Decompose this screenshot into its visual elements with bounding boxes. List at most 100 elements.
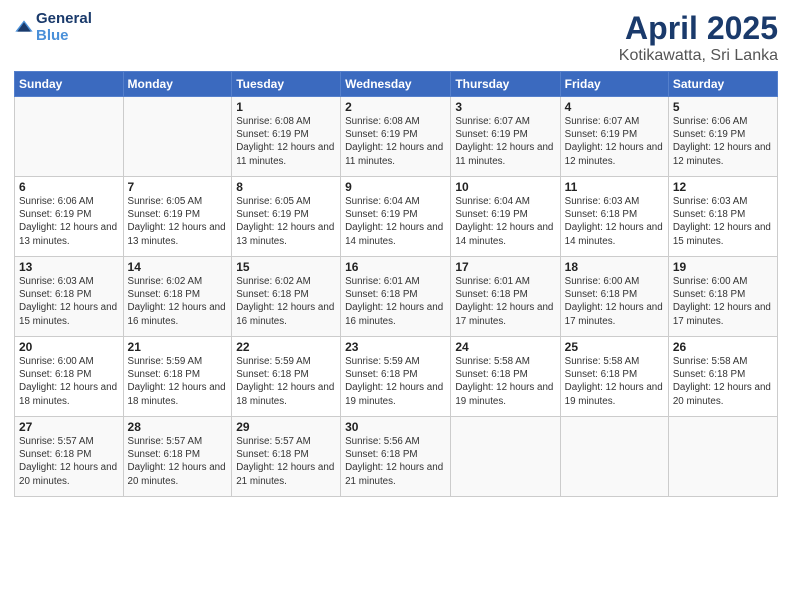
day-header: Saturday [668,72,777,97]
day-info: Sunrise: 6:06 AM Sunset: 6:19 PM Dayligh… [673,115,773,168]
day-info: Sunrise: 6:00 AM Sunset: 6:18 PM Dayligh… [673,275,773,328]
day-number: 2 [345,100,446,114]
day-number: 6 [19,180,119,194]
day-info: Sunrise: 6:03 AM Sunset: 6:18 PM Dayligh… [673,195,773,248]
day-info: Sunrise: 5:56 AM Sunset: 6:18 PM Dayligh… [345,435,446,488]
day-number: 17 [455,260,555,274]
day-header: Friday [560,72,668,97]
calendar-week-row: 27Sunrise: 5:57 AM Sunset: 6:18 PM Dayli… [15,417,778,497]
day-info: Sunrise: 5:57 AM Sunset: 6:18 PM Dayligh… [236,435,336,488]
day-info: Sunrise: 6:00 AM Sunset: 6:18 PM Dayligh… [565,275,664,328]
calendar-week-row: 1Sunrise: 6:08 AM Sunset: 6:19 PM Daylig… [15,97,778,177]
day-number: 22 [236,340,336,354]
calendar-body: 1Sunrise: 6:08 AM Sunset: 6:19 PM Daylig… [15,97,778,497]
day-number: 16 [345,260,446,274]
day-number: 10 [455,180,555,194]
day-info: Sunrise: 6:02 AM Sunset: 6:18 PM Dayligh… [236,275,336,328]
day-info: Sunrise: 6:02 AM Sunset: 6:18 PM Dayligh… [128,275,228,328]
calendar-cell: 24Sunrise: 5:58 AM Sunset: 6:18 PM Dayli… [451,337,560,417]
calendar-cell: 13Sunrise: 6:03 AM Sunset: 6:18 PM Dayli… [15,257,124,337]
calendar-cell: 11Sunrise: 6:03 AM Sunset: 6:18 PM Dayli… [560,177,668,257]
calendar-week-row: 6Sunrise: 6:06 AM Sunset: 6:19 PM Daylig… [15,177,778,257]
calendar-cell: 16Sunrise: 6:01 AM Sunset: 6:18 PM Dayli… [341,257,451,337]
day-info: Sunrise: 5:59 AM Sunset: 6:18 PM Dayligh… [236,355,336,408]
calendar-cell: 2Sunrise: 6:08 AM Sunset: 6:19 PM Daylig… [341,97,451,177]
day-number: 18 [565,260,664,274]
day-info: Sunrise: 6:07 AM Sunset: 6:19 PM Dayligh… [565,115,664,168]
page: General Blue April 2025 Kotikawatta, Sri… [0,0,792,612]
calendar-cell: 10Sunrise: 6:04 AM Sunset: 6:19 PM Dayli… [451,177,560,257]
day-info: Sunrise: 6:07 AM Sunset: 6:19 PM Dayligh… [455,115,555,168]
day-number: 21 [128,340,228,354]
calendar-cell: 1Sunrise: 6:08 AM Sunset: 6:19 PM Daylig… [232,97,341,177]
calendar-title: April 2025 [619,10,778,47]
calendar-cell: 15Sunrise: 6:02 AM Sunset: 6:18 PM Dayli… [232,257,341,337]
day-info: Sunrise: 6:01 AM Sunset: 6:18 PM Dayligh… [455,275,555,328]
day-number: 12 [673,180,773,194]
day-number: 7 [128,180,228,194]
calendar-cell: 26Sunrise: 5:58 AM Sunset: 6:18 PM Dayli… [668,337,777,417]
day-info: Sunrise: 5:58 AM Sunset: 6:18 PM Dayligh… [455,355,555,408]
day-number: 4 [565,100,664,114]
calendar-week-row: 13Sunrise: 6:03 AM Sunset: 6:18 PM Dayli… [15,257,778,337]
day-info: Sunrise: 6:08 AM Sunset: 6:19 PM Dayligh… [345,115,446,168]
day-header: Sunday [15,72,124,97]
header: General Blue April 2025 Kotikawatta, Sri… [14,10,778,65]
calendar-cell: 18Sunrise: 6:00 AM Sunset: 6:18 PM Dayli… [560,257,668,337]
day-header: Monday [123,72,232,97]
day-number: 28 [128,420,228,434]
calendar-cell: 17Sunrise: 6:01 AM Sunset: 6:18 PM Dayli… [451,257,560,337]
calendar-cell: 22Sunrise: 5:59 AM Sunset: 6:18 PM Dayli… [232,337,341,417]
day-info: Sunrise: 6:05 AM Sunset: 6:19 PM Dayligh… [128,195,228,248]
day-number: 29 [236,420,336,434]
logo-icon [14,17,34,37]
day-number: 23 [345,340,446,354]
day-number: 11 [565,180,664,194]
calendar-cell [451,417,560,497]
day-info: Sunrise: 5:58 AM Sunset: 6:18 PM Dayligh… [673,355,773,408]
day-info: Sunrise: 5:59 AM Sunset: 6:18 PM Dayligh… [128,355,228,408]
calendar-cell: 28Sunrise: 5:57 AM Sunset: 6:18 PM Dayli… [123,417,232,497]
day-info: Sunrise: 5:57 AM Sunset: 6:18 PM Dayligh… [128,435,228,488]
day-info: Sunrise: 6:04 AM Sunset: 6:19 PM Dayligh… [455,195,555,248]
calendar-cell [668,417,777,497]
day-number: 1 [236,100,336,114]
calendar-cell: 8Sunrise: 6:05 AM Sunset: 6:19 PM Daylig… [232,177,341,257]
calendar-cell: 30Sunrise: 5:56 AM Sunset: 6:18 PM Dayli… [341,417,451,497]
day-number: 13 [19,260,119,274]
calendar-cell: 21Sunrise: 5:59 AM Sunset: 6:18 PM Dayli… [123,337,232,417]
calendar-cell: 9Sunrise: 6:04 AM Sunset: 6:19 PM Daylig… [341,177,451,257]
day-info: Sunrise: 6:04 AM Sunset: 6:19 PM Dayligh… [345,195,446,248]
day-info: Sunrise: 5:59 AM Sunset: 6:18 PM Dayligh… [345,355,446,408]
day-info: Sunrise: 6:05 AM Sunset: 6:19 PM Dayligh… [236,195,336,248]
calendar-week-row: 20Sunrise: 6:00 AM Sunset: 6:18 PM Dayli… [15,337,778,417]
day-info: Sunrise: 6:08 AM Sunset: 6:19 PM Dayligh… [236,115,336,168]
day-number: 24 [455,340,555,354]
calendar-subtitle: Kotikawatta, Sri Lanka [619,47,778,65]
logo-text: General Blue [36,10,92,45]
calendar-cell: 29Sunrise: 5:57 AM Sunset: 6:18 PM Dayli… [232,417,341,497]
calendar-cell: 19Sunrise: 6:00 AM Sunset: 6:18 PM Dayli… [668,257,777,337]
day-number: 25 [565,340,664,354]
calendar-cell [15,97,124,177]
calendar-cell: 12Sunrise: 6:03 AM Sunset: 6:18 PM Dayli… [668,177,777,257]
calendar-cell: 20Sunrise: 6:00 AM Sunset: 6:18 PM Dayli… [15,337,124,417]
calendar-cell: 5Sunrise: 6:06 AM Sunset: 6:19 PM Daylig… [668,97,777,177]
day-info: Sunrise: 5:57 AM Sunset: 6:18 PM Dayligh… [19,435,119,488]
day-number: 8 [236,180,336,194]
day-header: Tuesday [232,72,341,97]
day-number: 26 [673,340,773,354]
day-info: Sunrise: 6:01 AM Sunset: 6:18 PM Dayligh… [345,275,446,328]
day-header: Thursday [451,72,560,97]
day-info: Sunrise: 5:58 AM Sunset: 6:18 PM Dayligh… [565,355,664,408]
calendar-cell [123,97,232,177]
calendar-cell: 25Sunrise: 5:58 AM Sunset: 6:18 PM Dayli… [560,337,668,417]
title-block: April 2025 Kotikawatta, Sri Lanka [619,10,778,65]
day-header: Wednesday [341,72,451,97]
calendar-cell: 27Sunrise: 5:57 AM Sunset: 6:18 PM Dayli… [15,417,124,497]
calendar-table: SundayMondayTuesdayWednesdayThursdayFrid… [14,71,778,497]
day-number: 27 [19,420,119,434]
logo: General Blue [14,10,92,45]
day-info: Sunrise: 6:03 AM Sunset: 6:18 PM Dayligh… [19,275,119,328]
day-info: Sunrise: 6:00 AM Sunset: 6:18 PM Dayligh… [19,355,119,408]
